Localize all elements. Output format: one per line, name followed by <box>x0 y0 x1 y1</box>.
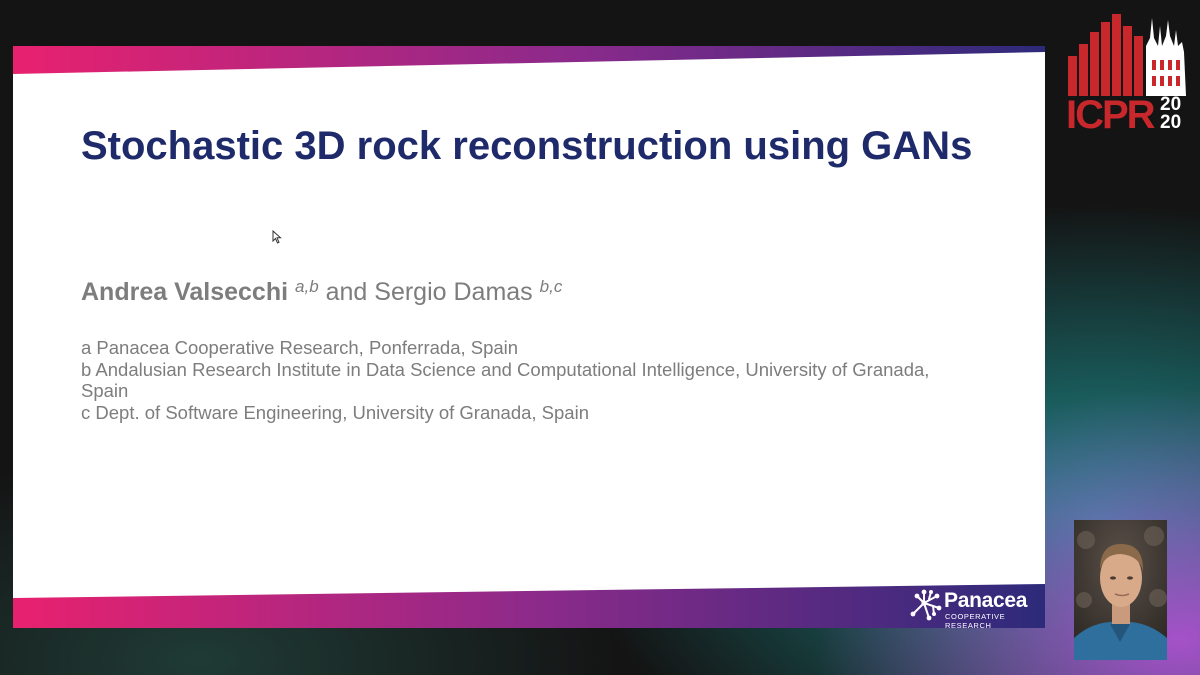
author-line: Andrea Valsecchi a,b and Sergio Damas b,… <box>81 272 881 307</box>
author-affiliation-marker: a,b <box>295 277 319 296</box>
company-subtitle: COOPERATIVE RESEARCH <box>945 612 1006 628</box>
slide-bottom-band <box>13 584 1045 628</box>
company-name: Panacea <box>944 589 1028 612</box>
affiliation-item: a Panacea Cooperative Research, Ponferra… <box>81 337 519 358</box>
affiliations-list: a Panacea Cooperative Research, Ponferra… <box>81 337 961 423</box>
panacea-network-icon <box>910 589 942 621</box>
author-name: Sergio Damas <box>374 278 533 306</box>
affiliation-item: b Andalusian Research Institute in Data … <box>81 358 930 402</box>
author-affiliation-marker: b,c <box>539 277 563 296</box>
affiliation-item: c Dept. of Software Engineering, Univers… <box>81 401 589 423</box>
mouse-cursor-icon <box>272 229 282 249</box>
author-joiner: and <box>325 278 368 306</box>
slide-top-band <box>13 46 1045 74</box>
conference-name: ICPR <box>1066 93 1156 130</box>
author-name: Andrea Valsecchi <box>81 278 289 306</box>
presentation-slide: Stochastic 3D rock reconstruction using … <box>13 46 1045 628</box>
conference-year-bottom: 20 <box>1160 112 1181 130</box>
company-logo: Panacea COOPERATIVE RESEARCH <box>909 588 1039 628</box>
presenter-webcam <box>1074 520 1167 660</box>
conference-logo: ICPR 20 20 <box>1064 12 1190 137</box>
slide-title: Stochastic 3D rock reconstruction using … <box>81 124 973 168</box>
